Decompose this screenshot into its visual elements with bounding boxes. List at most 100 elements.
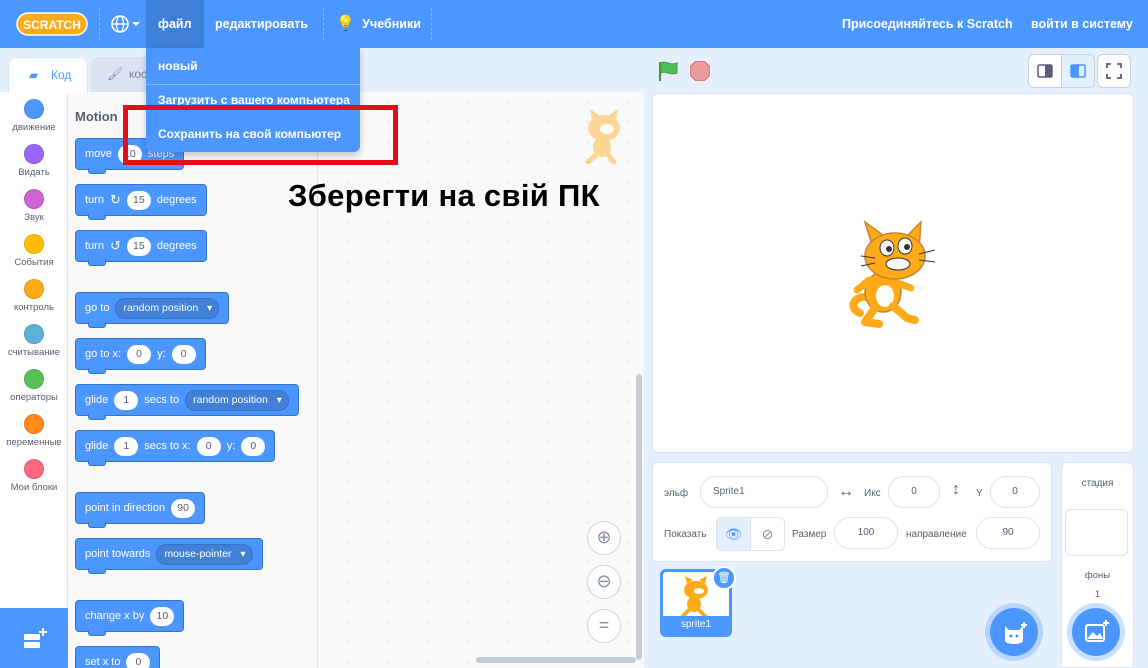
delete-sprite-button[interactable]: 🗑 bbox=[712, 566, 736, 590]
choose-backdrop-button[interactable] bbox=[1072, 608, 1120, 656]
block-text: move bbox=[85, 148, 112, 160]
block-palette: Motion move 10 steps turn ↻ 15 degrees t… bbox=[68, 92, 318, 668]
block-input[interactable]: 0 bbox=[126, 652, 151, 668]
category-sound[interactable]: Звук bbox=[0, 189, 68, 223]
sprite-info-panel: эльф Sprite1 ↔ Икс 0 ↕ Y 0 Показать Разм… bbox=[652, 462, 1052, 562]
category-dot bbox=[24, 369, 44, 389]
block-input[interactable]: 90 bbox=[171, 498, 196, 518]
block-go-to[interactable]: go to random position bbox=[75, 292, 230, 328]
hide-sprite-button[interactable]: ⊘ bbox=[750, 517, 785, 551]
file-menu[interactable]: файл bbox=[146, 0, 204, 48]
block-input[interactable]: 0 bbox=[241, 436, 266, 456]
block-input[interactable]: 1 bbox=[114, 390, 139, 410]
trash-icon: 🗑 bbox=[717, 572, 731, 584]
block-text: turn bbox=[85, 240, 104, 252]
block-go-to-xy[interactable]: go to x: 0 y: 0 bbox=[75, 338, 206, 374]
category-menu: движение Видать Звук События контроль сч… bbox=[0, 92, 68, 668]
size-label: Размер bbox=[792, 529, 827, 540]
y-position-field[interactable]: 0 bbox=[990, 476, 1040, 508]
y-label: Y bbox=[976, 488, 983, 499]
rotate-right-icon: ↻ bbox=[109, 192, 121, 207]
block-input[interactable]: 0 bbox=[171, 344, 196, 364]
x-label: Икс bbox=[864, 488, 881, 499]
cat-add-icon bbox=[1005, 622, 1027, 644]
script-area-vertical-scrollbar[interactable] bbox=[636, 374, 642, 660]
add-extension-button[interactable] bbox=[0, 608, 68, 668]
scratch-cat-sprite[interactable] bbox=[835, 218, 945, 328]
direction-field[interactable]: 90 bbox=[976, 517, 1040, 549]
category-looks[interactable]: Видать bbox=[0, 144, 68, 178]
show-label: Показать bbox=[664, 529, 707, 540]
block-glide-to[interactable]: glide 1 secs to random position bbox=[75, 384, 299, 420]
stage-pane-title: стадия bbox=[1081, 478, 1114, 489]
category-dot bbox=[24, 414, 44, 434]
zoom-out-button[interactable]: ⊖ bbox=[587, 565, 621, 599]
block-input[interactable]: 15 bbox=[126, 190, 151, 210]
zoom-reset-icon: = bbox=[598, 615, 610, 635]
size-field[interactable]: 100 bbox=[834, 517, 898, 549]
category-dot bbox=[24, 189, 44, 209]
block-turn-right[interactable]: turn ↻ 15 degrees bbox=[75, 184, 207, 220]
category-control[interactable]: контроль bbox=[0, 279, 68, 313]
block-glide-to-xy[interactable]: glide 1 secs to x: 0 y: 0 bbox=[75, 430, 276, 466]
x-arrows-icon: ↔ bbox=[838, 483, 854, 500]
zoom-out-icon: ⊖ bbox=[596, 571, 612, 591]
zoom-in-icon: ⊕ bbox=[596, 527, 612, 547]
large-stage-button[interactable] bbox=[1061, 54, 1095, 88]
block-input[interactable]: 15 bbox=[126, 236, 151, 256]
stage-thumbnail[interactable] bbox=[1065, 509, 1128, 556]
category-sensing[interactable]: считывание bbox=[0, 324, 68, 358]
scratch-logo[interactable]: SCRATCH bbox=[16, 10, 88, 38]
zoom-in-button[interactable]: ⊕ bbox=[587, 521, 621, 555]
block-dropdown[interactable]: random position bbox=[115, 297, 220, 319]
category-events[interactable]: События bbox=[0, 234, 68, 268]
edit-menu[interactable]: редактировать bbox=[203, 0, 320, 48]
block-text: degrees bbox=[156, 194, 197, 206]
block-set-x[interactable]: set x to 0 bbox=[75, 646, 161, 668]
block-point-towards[interactable]: point towards mouse-pointer bbox=[75, 538, 263, 574]
script-area-horizontal-scrollbar[interactable] bbox=[476, 657, 636, 663]
sprite-name-field[interactable]: Sprite1 bbox=[700, 476, 828, 508]
tab-code[interactable]: ▰ Код bbox=[8, 57, 88, 93]
category-dot bbox=[24, 459, 44, 479]
brush-icon: 🖌 bbox=[107, 66, 124, 81]
show-sprite-button[interactable]: 👁 bbox=[716, 517, 751, 551]
block-dropdown[interactable]: random position bbox=[185, 389, 289, 411]
zoom-reset-button[interactable]: = bbox=[587, 609, 621, 643]
stop-icon[interactable] bbox=[690, 61, 710, 81]
menu-item-new[interactable]: новый bbox=[146, 48, 360, 84]
category-operators[interactable]: операторы bbox=[0, 369, 68, 403]
block-input[interactable]: 0 bbox=[127, 344, 152, 364]
sign-in-link[interactable]: войти в систему bbox=[1019, 0, 1145, 48]
choose-sprite-button[interactable] bbox=[990, 608, 1038, 656]
green-flag-icon[interactable] bbox=[657, 60, 679, 82]
block-input[interactable]: 1 bbox=[114, 436, 139, 456]
block-input[interactable]: 10 bbox=[150, 606, 175, 626]
category-my-blocks[interactable]: Мои блоки bbox=[0, 459, 68, 493]
join-scratch-link[interactable]: Присоединяйтесь к Scratch bbox=[830, 0, 1025, 48]
category-label: движение bbox=[12, 122, 56, 133]
globe-icon bbox=[111, 15, 140, 33]
block-text: y: bbox=[157, 348, 166, 360]
backdrops-count: 1 bbox=[1094, 589, 1101, 600]
tutorials-menu[interactable]: 💡 Учебники bbox=[326, 0, 433, 48]
small-stage-button[interactable] bbox=[1028, 54, 1062, 88]
category-dot bbox=[24, 144, 44, 164]
page-scrollbar[interactable] bbox=[1138, 48, 1148, 668]
rotate-left-icon: ↺ bbox=[109, 238, 121, 253]
sprite-tile-name: sprite1 bbox=[663, 616, 729, 634]
block-input[interactable]: 0 bbox=[196, 436, 221, 456]
block-change-x[interactable]: change x by 10 bbox=[75, 600, 185, 636]
category-label: Звук bbox=[24, 212, 44, 223]
block-point-in-direction[interactable]: point in direction 90 bbox=[75, 492, 206, 528]
fullscreen-button[interactable] bbox=[1097, 54, 1131, 88]
lightbulb-icon: 💡 bbox=[336, 15, 355, 32]
palette-section-title: Motion bbox=[75, 109, 118, 124]
block-text: go to x: bbox=[85, 348, 122, 360]
x-position-field[interactable]: 0 bbox=[888, 476, 940, 508]
category-motion[interactable]: движение bbox=[0, 99, 68, 133]
block-dropdown[interactable]: mouse-pointer bbox=[156, 543, 253, 565]
block-turn-left[interactable]: turn ↺ 15 degrees bbox=[75, 230, 207, 266]
language-menu[interactable] bbox=[104, 0, 146, 48]
category-variables[interactable]: переменные bbox=[0, 414, 68, 448]
